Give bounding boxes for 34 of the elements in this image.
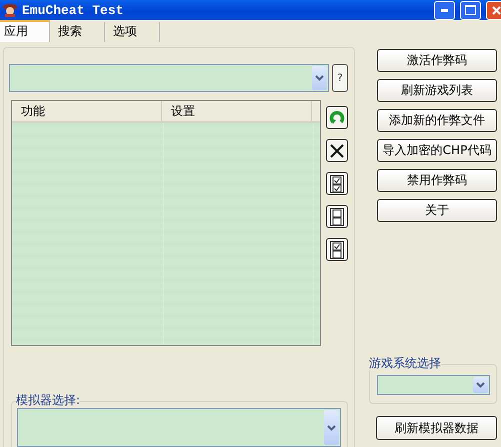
- maximize-icon: [465, 5, 476, 15]
- help-button[interactable]: ?: [332, 64, 348, 92]
- group-label: 模拟器选择:: [16, 393, 80, 407]
- minimize-button[interactable]: [434, 0, 455, 20]
- refresh-emulator-button[interactable]: 刷新模拟器数据: [376, 416, 497, 440]
- checkbox-list-icon: [330, 240, 344, 258]
- chevron-down-icon: [315, 75, 324, 81]
- action-button[interactable]: 激活作弊码: [377, 49, 497, 72]
- invert-check-button[interactable]: [326, 238, 348, 261]
- refresh-button[interactable]: [326, 106, 348, 129]
- maximize-button[interactable]: [460, 0, 481, 20]
- action-button[interactable]: 导入加密的CHP代码: [377, 139, 497, 162]
- uncheck-all-button[interactable]: [326, 205, 348, 228]
- refresh-icon: [329, 110, 345, 126]
- close-button[interactable]: [486, 0, 501, 20]
- close-icon: [330, 144, 344, 158]
- window-title: EmuCheat Test: [22, 2, 124, 18]
- check-all-button[interactable]: [326, 172, 348, 195]
- close-icon: [492, 6, 501, 14]
- chevron-down-icon: [327, 424, 336, 430]
- checkbox-list-icon: [330, 174, 344, 192]
- action-button[interactable]: 禁用作弊码: [377, 169, 497, 192]
- column-header[interactable]: 功能: [12, 101, 162, 121]
- action-button[interactable]: 关于: [377, 199, 497, 222]
- tab[interactable]: 应用: [0, 20, 50, 42]
- chevron-down-icon: [476, 382, 485, 388]
- checkbox-list-icon: [330, 208, 344, 226]
- action-button[interactable]: 添加新的作弊文件: [377, 109, 497, 132]
- minimize-icon: [440, 8, 448, 12]
- group-label: 游戏系统选择: [369, 356, 441, 370]
- delete-button[interactable]: [326, 139, 348, 162]
- app-icon: [2, 3, 18, 17]
- column-header[interactable]: 设置: [162, 101, 312, 121]
- action-button[interactable]: 刷新游戏列表: [377, 79, 497, 102]
